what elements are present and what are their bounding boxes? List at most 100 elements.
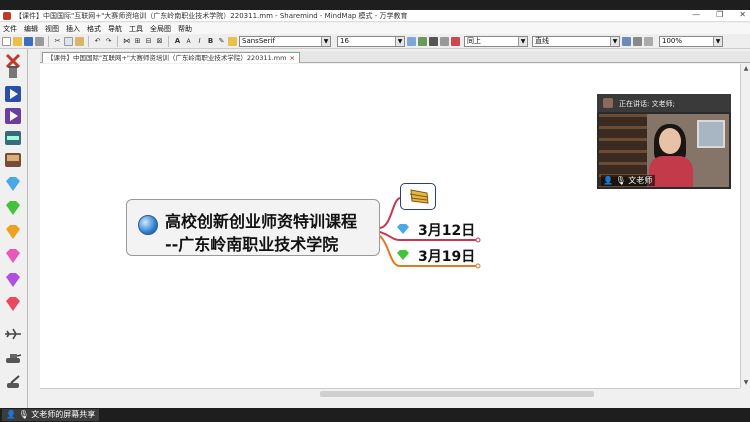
media-icon[interactable] [4, 107, 22, 125]
gem-pink-icon[interactable] [4, 247, 22, 265]
icon-node[interactable] [400, 183, 436, 210]
pen-icon[interactable]: ✎ [217, 37, 226, 46]
app-icon [3, 11, 11, 20]
open-folder-icon[interactable] [13, 36, 22, 46]
node-icon-b[interactable]: ⊞ [133, 37, 142, 46]
speaking-label: 正在讲话: 文老师; [619, 100, 675, 108]
gem-blue-icon[interactable] [4, 175, 22, 193]
meeting-bottom-bar [0, 408, 750, 422]
node-icon-c[interactable]: ⊟ [144, 37, 153, 46]
settings-icon[interactable] [633, 36, 642, 46]
gem-blue-icon [397, 224, 409, 234]
chevron-down-icon: ▼ [518, 36, 527, 46]
link-icon[interactable] [440, 36, 449, 46]
tab-document-label: 【课件】中国国际"互联网+"大赛师资培训（广东岭南职业技术学院）220311.m… [47, 54, 287, 62]
paste-icon[interactable] [75, 36, 84, 46]
tank-icon[interactable] [4, 349, 22, 367]
style-icon[interactable] [228, 36, 237, 46]
scroll-thumb[interactable] [320, 391, 594, 397]
participant-name: 文老师 [628, 176, 653, 185]
screen-share-label: 👤 🎙 文老师的屏幕共享 [2, 409, 100, 421]
root-node[interactable]: 高校创新创业师资特训课程 --广东岭南职业技术学院 [126, 199, 380, 256]
font-family-select[interactable]: SansSerif ▼ [239, 35, 331, 47]
zoom-select[interactable]: 100% ▼ [659, 35, 723, 47]
node-icon-d[interactable]: ⊠ [155, 37, 164, 46]
gem-green-icon[interactable] [4, 199, 22, 217]
cloud-icon[interactable] [429, 36, 438, 46]
film-icon[interactable] [4, 129, 22, 147]
chevron-down-icon: ▼ [395, 36, 404, 46]
edge-style-select[interactable]: 直线 ▼ [532, 35, 620, 47]
font-increase-icon[interactable]: A [173, 37, 182, 46]
chevron-down-icon: ▼ [321, 36, 330, 46]
node-color-icon[interactable] [407, 36, 416, 46]
save-icon[interactable] [24, 36, 33, 46]
tab-document[interactable]: 【课件】中国国际"互联网+"大赛师资培训（广东岭南职业技术学院）220311.m… [42, 52, 300, 63]
font-decrease-icon[interactable]: A [184, 37, 193, 46]
maximize-button[interactable]: ❐ [716, 10, 723, 19]
cut-icon[interactable]: ✂ [53, 37, 62, 46]
zoom-value: 100% [662, 36, 683, 45]
user-icon: 👤 [6, 410, 16, 419]
document-tabs: 【课件】中国国际"互联网+"大赛师资培训（广东岭南职业技术学院）220311.m… [40, 51, 750, 63]
meeting-video-panel: 正在讲话: 文老师; 👤 🎙 文老师 [597, 94, 731, 189]
camera-feed[interactable]: 👤 🎙 文老师 [599, 114, 729, 187]
copy-icon[interactable] [64, 36, 73, 46]
attach-icon[interactable] [644, 36, 653, 46]
menu-tools[interactable]: 工具 [129, 24, 143, 34]
close-tab-icon[interactable]: × [289, 54, 294, 62]
menu-format[interactable]: 格式 [87, 24, 101, 34]
menu-navigate[interactable]: 导航 [108, 24, 122, 34]
menu-help[interactable]: 帮助 [178, 24, 192, 34]
font-size-select[interactable]: 16 ▼ [337, 35, 405, 47]
scroll-icon [409, 189, 429, 204]
speaker-header: 正在讲话: 文老师; [597, 94, 731, 112]
board-icon[interactable] [4, 151, 22, 169]
menu-edit[interactable]: 编辑 [24, 24, 38, 34]
menu-insert[interactable]: 插入 [66, 24, 80, 34]
menu-view[interactable]: 视图 [45, 24, 59, 34]
print-icon[interactable] [35, 36, 44, 46]
vertical-scrollbar[interactable]: ▲ ▼ [740, 64, 750, 388]
branch-node-2[interactable]: 3月19日 [418, 246, 475, 266]
toolbar-separator [168, 35, 169, 47]
edge-position-value: 同上 [467, 36, 481, 45]
gem-red-icon[interactable] [4, 295, 22, 313]
new-file-icon[interactable] [2, 36, 11, 46]
jet-icon[interactable] [4, 325, 22, 343]
wall-picture [697, 120, 725, 148]
delete-format-icon[interactable] [451, 36, 460, 46]
undo-icon[interactable]: ↶ [93, 37, 102, 46]
avatar [603, 98, 613, 108]
play-icon[interactable] [4, 85, 22, 103]
italic-icon[interactable]: I [195, 37, 204, 46]
menu-file[interactable]: 文件 [3, 24, 17, 34]
branch-node-1[interactable]: 3月12日 [418, 220, 475, 240]
font-size-value: 16 [340, 36, 349, 45]
node-icon-a[interactable]: ⋈ [122, 37, 131, 46]
edge-position-select[interactable]: 同上 ▼ [464, 35, 528, 47]
menu-bar: 文件 编辑 视图 插入 格式 导航 工具 全局图 帮助 [0, 23, 750, 34]
horizontal-scrollbar[interactable] [40, 388, 740, 398]
toolbar-separator [117, 35, 118, 47]
icon-palette [0, 49, 28, 408]
close-button[interactable]: ✕ [739, 10, 746, 19]
gem-purple-icon[interactable] [4, 271, 22, 289]
menu-global-map[interactable]: 全局图 [150, 24, 171, 34]
gem-orange-icon[interactable] [4, 223, 22, 241]
bold-icon[interactable]: B [206, 37, 215, 46]
cannon-icon[interactable] [4, 373, 22, 391]
redo-icon[interactable]: ↷ [104, 37, 113, 46]
minimize-button[interactable]: — [692, 10, 700, 19]
font-family-value: SansSerif [242, 36, 275, 45]
export-icon[interactable] [622, 36, 631, 46]
toolbar: ✂ ↶ ↷ ⋈ ⊞ ⊟ ⊠ A A I B ✎ SansSerif ▼ 16 ▼… [0, 34, 750, 49]
scroll-up-icon[interactable]: ▲ [742, 65, 750, 73]
window-title: 【课件】中国国际"互联网+"大赛师资培训（广东岭南职业技术学院）220311.m… [15, 11, 408, 20]
edge-color-icon[interactable] [418, 36, 427, 46]
globe-icon [138, 215, 158, 235]
user-icon: 👤 [603, 176, 613, 185]
mic-icon: 🎙 [18, 410, 29, 419]
trash-icon[interactable] [4, 63, 22, 81]
scroll-down-icon[interactable]: ▼ [742, 379, 750, 387]
